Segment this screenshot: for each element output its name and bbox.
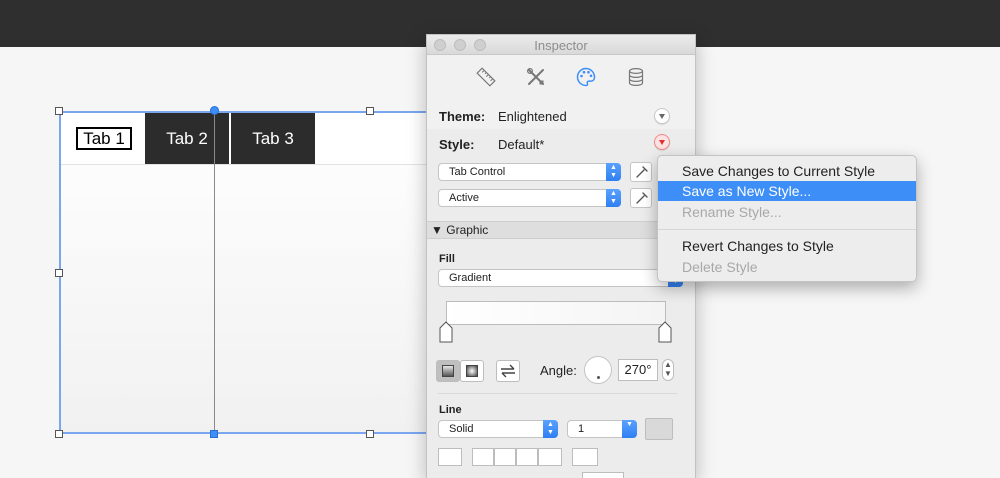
border-all-button[interactable]	[438, 448, 462, 466]
menu-item-save-changes[interactable]: Save Changes to Current Style	[658, 161, 916, 181]
fill-label: Fill	[439, 253, 455, 265]
element-select[interactable]: Tab Control ▲ ▼	[438, 163, 621, 181]
inspector-panel: Inspector Theme: Enlightened Style: Defa…	[426, 34, 696, 478]
style-label: Style:	[439, 137, 475, 152]
pick-state-button[interactable]	[630, 188, 652, 208]
canvas-tab-label: Tab 3	[252, 128, 294, 148]
chevron-down-icon: ▼	[622, 420, 637, 438]
canvas-tab-3[interactable]: Tab 3	[231, 113, 315, 164]
line-style-select[interactable]: Solid ▲ ▼	[438, 420, 558, 438]
gradient-preview-bar[interactable]	[446, 301, 666, 325]
graphic-section-title: Graphic	[446, 223, 489, 237]
canvas-tab-1[interactable]: Tab 1	[75, 113, 133, 164]
border-bottom-button[interactable]	[538, 448, 562, 466]
chevron-down-icon	[659, 140, 665, 145]
database-icon[interactable]	[625, 66, 647, 88]
palette-icon[interactable]	[575, 66, 597, 88]
line-style-value: Solid	[449, 423, 474, 435]
linear-gradient-icon	[442, 365, 454, 377]
radial-gradient-button[interactable]	[460, 360, 484, 382]
up-down-arrows-icon: ▲▼	[606, 189, 621, 207]
inspector-titlebar[interactable]: Inspector	[427, 35, 695, 55]
resize-handle-bottom-left[interactable]	[55, 430, 63, 438]
gradient-stop-end[interactable]	[658, 321, 672, 343]
linear-gradient-button[interactable]	[436, 360, 460, 382]
alignment-guide	[214, 111, 215, 434]
tools-icon[interactable]	[525, 66, 547, 88]
border-top-button[interactable]	[494, 448, 516, 466]
canvas-tab-label: Tab 1	[76, 127, 132, 150]
menu-separator	[658, 229, 916, 230]
resize-handle-middle-left[interactable]	[55, 269, 63, 277]
disclosure-triangle-icon: ▼	[431, 223, 443, 237]
chevron-down-icon	[659, 114, 665, 119]
line-color-well[interactable]	[645, 418, 673, 440]
state-select[interactable]: Active ▲ ▼	[438, 189, 621, 207]
angle-indicator	[597, 376, 600, 379]
line-label: Line	[439, 404, 462, 416]
canvas-tab-2[interactable]: Tab 2	[145, 113, 229, 164]
theme-value: Enlightened	[498, 109, 567, 124]
divider	[438, 393, 677, 394]
angle-field[interactable]: 270°	[618, 359, 658, 381]
style-dropdown-menu: Save Changes to Current Style Save as Ne…	[657, 155, 917, 282]
ruler-icon[interactable]	[475, 66, 497, 88]
line-width-select[interactable]: 1 ▼	[567, 420, 637, 438]
eyedropper-icon	[636, 166, 648, 178]
resize-handle-top-right[interactable]	[366, 107, 374, 115]
state-select-value: Active	[449, 192, 479, 204]
border-left-button[interactable]	[472, 448, 494, 466]
swap-colors-button[interactable]	[496, 360, 520, 382]
element-select-value: Tab Control	[449, 166, 506, 178]
resize-handle-top-center[interactable]	[210, 106, 219, 115]
tab-control-widget[interactable]: Tab 1 Tab 2 Tab 3	[59, 111, 439, 434]
menu-item-revert[interactable]: Revert Changes to Style	[658, 236, 916, 256]
up-down-arrows-icon: ▲▼	[606, 163, 621, 181]
canvas-tab-label: Tab 2	[166, 128, 208, 148]
style-menu-button[interactable]	[654, 134, 670, 150]
line-options-button[interactable]	[582, 472, 624, 478]
resize-handle-bottom-right[interactable]	[366, 430, 374, 438]
fill-type-select[interactable]: Gradient ▲▼	[438, 269, 683, 287]
tab-strip: Tab 1 Tab 2 Tab 3	[61, 113, 437, 165]
pick-element-button[interactable]	[630, 162, 652, 182]
fill-type-value: Gradient	[449, 272, 492, 284]
angle-stepper[interactable]: ▲ ▼	[662, 359, 674, 381]
menu-item-delete: Delete Style	[682, 259, 758, 275]
radial-gradient-icon	[466, 365, 478, 377]
menu-item-save-as-new[interactable]: Save as New Style...	[658, 181, 916, 201]
angle-dial[interactable]	[584, 356, 612, 384]
up-down-arrows-icon: ▲▼	[543, 420, 558, 438]
resize-handle-top-left[interactable]	[55, 107, 63, 115]
graphic-section-header[interactable]: ▼ Graphic	[427, 221, 695, 239]
swap-arrows-icon	[501, 364, 515, 378]
resize-handle-bottom-center[interactable]	[210, 430, 218, 438]
style-value: Default*	[498, 137, 545, 152]
theme-label: Theme:	[439, 109, 486, 124]
line-width-value: 1	[578, 423, 585, 435]
eyedropper-icon	[636, 192, 648, 204]
gradient-stop-start[interactable]	[439, 321, 453, 343]
menu-item-rename: Rename Style...	[682, 204, 782, 220]
border-middle-button[interactable]	[572, 448, 598, 466]
theme-menu-button[interactable]	[654, 108, 670, 124]
inspector-title: Inspector	[534, 38, 588, 53]
angle-label: Angle:	[540, 363, 577, 378]
border-right-button[interactable]	[516, 448, 538, 466]
